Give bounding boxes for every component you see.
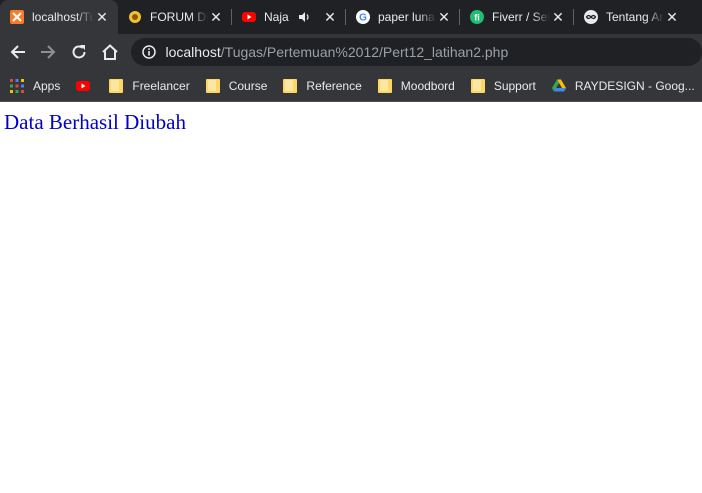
- back-button[interactable]: [5, 39, 31, 65]
- close-icon[interactable]: ✕: [94, 9, 110, 25]
- forward-button[interactable]: [36, 39, 62, 65]
- bookmark-label: Reference: [306, 78, 362, 93]
- svg-text:G: G: [359, 13, 367, 24]
- arduino-icon: [584, 10, 598, 24]
- url-text[interactable]: localhost/Tugas/Pertemuan%2012/Pert12_la…: [166, 44, 509, 60]
- bookmark-folder-moodbord[interactable]: Moodbord: [377, 78, 455, 93]
- arrow-right-icon: [41, 45, 56, 59]
- bookmark-youtube[interactable]: [76, 79, 99, 93]
- tab-strip: localhost/Tugas/Pertemuan%2012/Pert12_la…: [0, 0, 702, 34]
- folder-icon: [283, 78, 298, 93]
- tab-title: FORUM DISKUSI: [150, 10, 208, 24]
- bookmark-folder-freelancer[interactable]: Freelancer: [109, 78, 190, 93]
- bookmark-label: RAYDESIGN - Goog...: [574, 78, 695, 93]
- bookmark-label: Moodbord: [400, 78, 455, 93]
- home-button[interactable]: [97, 39, 123, 65]
- audio-playing-icon[interactable]: [298, 10, 312, 24]
- close-icon[interactable]: ✕: [436, 9, 452, 25]
- bookmark-folder-reference[interactable]: Reference: [283, 78, 362, 93]
- folder-icon: [470, 78, 485, 93]
- url-path: /Tugas/Pertemuan%2012/Pert12_latihan2.ph…: [220, 44, 509, 60]
- close-icon[interactable]: ✕: [322, 9, 338, 25]
- folder-icon: [205, 78, 220, 93]
- close-icon[interactable]: ✕: [208, 9, 224, 25]
- toolbar: localhost/Tugas/Pertemuan%2012/Pert12_la…: [0, 34, 702, 70]
- tab-forum[interactable]: FORUM DISKUSI ✕: [118, 0, 232, 34]
- forum-icon: [128, 10, 142, 24]
- bookmarks-bar: Apps Freelancer Course Reference Moodbor…: [0, 70, 702, 102]
- bookmark-folder-course[interactable]: Course: [205, 78, 268, 93]
- bookmark-label: Apps: [33, 78, 61, 93]
- folder-icon: [109, 78, 124, 93]
- google-drive-icon: [551, 79, 566, 91]
- tab-google[interactable]: G paper lunas ✕: [346, 0, 460, 34]
- bookmark-apps[interactable]: Apps: [10, 78, 61, 93]
- browser-chrome: localhost/Tugas/Pertemuan%2012/Pert12_la…: [0, 0, 702, 102]
- bookmark-label: Support: [493, 78, 536, 93]
- tab-localhost[interactable]: localhost/Tugas/Pertemuan%2012/Pert12_la…: [0, 0, 118, 34]
- bookmark-folder-support[interactable]: Support: [470, 78, 536, 93]
- tab-youtube[interactable]: Naja ✕: [232, 0, 346, 34]
- tab-title: localhost/Tugas/Pertemuan%2012/Pert12_la…: [32, 10, 94, 24]
- tab-title: Naja: [264, 10, 289, 24]
- reload-icon: [72, 45, 86, 59]
- tab-arduino[interactable]: Tentang Arduino ✕: [574, 0, 688, 34]
- info-icon[interactable]: [141, 45, 156, 59]
- home-icon: [102, 44, 118, 60]
- google-icon: G: [356, 10, 370, 24]
- svg-text:fi: fi: [474, 13, 480, 23]
- apps-grid-icon: [10, 78, 24, 93]
- youtube-icon: [242, 10, 256, 24]
- xampp-icon: [10, 10, 24, 24]
- bookmark-raydesign-drive[interactable]: RAYDESIGN - Goog...: [551, 78, 695, 93]
- tab-title: Fiverr / Seller: [492, 10, 550, 24]
- tab-title: Tentang Arduino: [606, 10, 664, 24]
- close-icon[interactable]: ✕: [664, 9, 680, 25]
- arrow-left-icon: [10, 45, 25, 59]
- bookmark-label: Freelancer: [132, 78, 190, 93]
- youtube-icon: [76, 80, 91, 91]
- address-bar[interactable]: localhost/Tugas/Pertemuan%2012/Pert12_la…: [130, 38, 702, 66]
- folder-icon: [377, 78, 392, 93]
- status-message: Data Berhasil Diubah: [4, 110, 186, 134]
- url-host: localhost: [165, 44, 221, 60]
- tab-title: paper lunas: [378, 10, 436, 24]
- tab-fiverr[interactable]: fi Fiverr / Seller ✕: [460, 0, 574, 34]
- page-content: Data Berhasil Diubah: [0, 102, 702, 143]
- bookmark-label: Course: [228, 78, 268, 93]
- fiverr-icon: fi: [470, 10, 484, 24]
- close-icon[interactable]: ✕: [550, 9, 566, 25]
- reload-button[interactable]: [66, 39, 92, 65]
